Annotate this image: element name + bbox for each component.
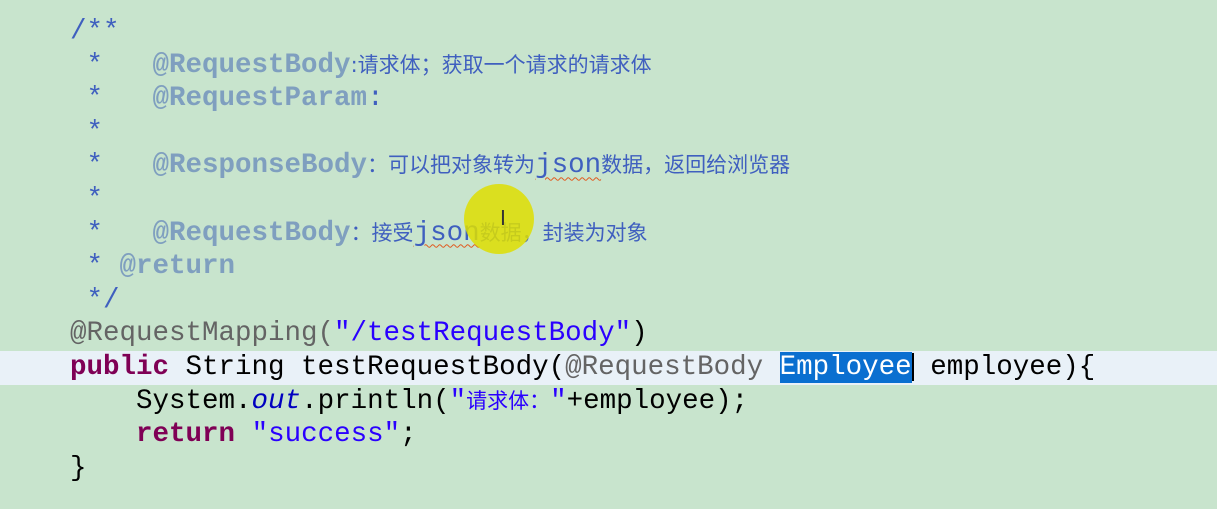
code-line: * @RequestBody：接受json数据，封装为对象 <box>0 217 1217 251</box>
static-field: out <box>251 385 302 417</box>
keyword: return <box>136 419 236 451</box>
string-literal: "/testRequestBody" <box>334 318 632 350</box>
annotation: @RequestBody <box>565 351 780 383</box>
code-line: */ <box>0 284 1217 318</box>
code-line: System.out.println("请求体："+employee); <box>0 385 1217 419</box>
comment-text: : <box>367 83 384 115</box>
javadoc-tag: @RequestBody <box>152 217 351 249</box>
code-text: employee){ <box>913 351 1096 383</box>
comment-star: * <box>70 251 120 283</box>
code-line: * @return <box>0 250 1217 284</box>
string-literal: " <box>550 385 567 417</box>
code-line: @RequestMapping("/testRequestBody") <box>0 317 1217 351</box>
comment-text: ：接受 <box>350 220 414 245</box>
spelling-warning-word: json <box>413 217 480 249</box>
keyword: public <box>70 351 170 383</box>
code-text: System. <box>136 385 252 417</box>
code-line: return "success"; <box>0 418 1217 452</box>
javadoc-tag: @return <box>119 251 236 283</box>
annotation: @RequestMapping( <box>70 318 335 350</box>
comment-open: /** <box>70 16 120 47</box>
comment-text: ：可以把对象转为 <box>367 153 536 178</box>
comment-star: * <box>70 217 153 249</box>
comment-star: * <box>70 49 153 81</box>
comment-close: */ <box>70 284 120 316</box>
javadoc-tag: @RequestParam <box>152 83 368 115</box>
code-editor[interactable]: /** * @RequestBody:请求体；获取一个请求的请求体 * @Req… <box>0 15 1217 485</box>
selected-text[interactable]: Employee <box>779 351 912 383</box>
comment-text: 数据，返回给浏览器 <box>601 153 791 178</box>
code-text: .println( <box>301 385 450 417</box>
code-text: ; <box>400 419 417 451</box>
comment-star: * <box>70 150 153 182</box>
comment-star: * <box>70 183 104 215</box>
comment-star: * <box>70 83 153 115</box>
closing-brace: } <box>70 452 87 484</box>
code-text: String testRequestBody( <box>169 351 566 383</box>
ibeam-cursor-icon: I <box>500 206 506 230</box>
code-text: +employee); <box>566 385 749 417</box>
code-line: * @RequestParam: <box>0 82 1217 116</box>
javadoc-tag: @RequestBody <box>152 49 351 81</box>
string-literal: "success" <box>251 419 401 451</box>
comment-star: * <box>70 116 104 148</box>
code-line: * @ResponseBody：可以把对象转为json数据，返回给浏览器 <box>0 149 1217 183</box>
string-literal: 请求体： <box>466 388 551 413</box>
code-line: } <box>0 452 1217 486</box>
code-line: * <box>0 183 1217 217</box>
code-text: ) <box>631 318 648 350</box>
string-literal: " <box>449 385 467 417</box>
comment-text: :请求体；获取一个请求的请求体 <box>350 52 652 77</box>
current-line: public String testRequestBody(@RequestBo… <box>0 350 1217 385</box>
spelling-warning-word: json <box>535 150 602 182</box>
code-line: /** <box>0 15 1217 49</box>
code-line: * <box>0 116 1217 150</box>
javadoc-tag: @ResponseBody <box>152 150 368 182</box>
code-line: * @RequestBody:请求体；获取一个请求的请求体 <box>0 49 1217 83</box>
